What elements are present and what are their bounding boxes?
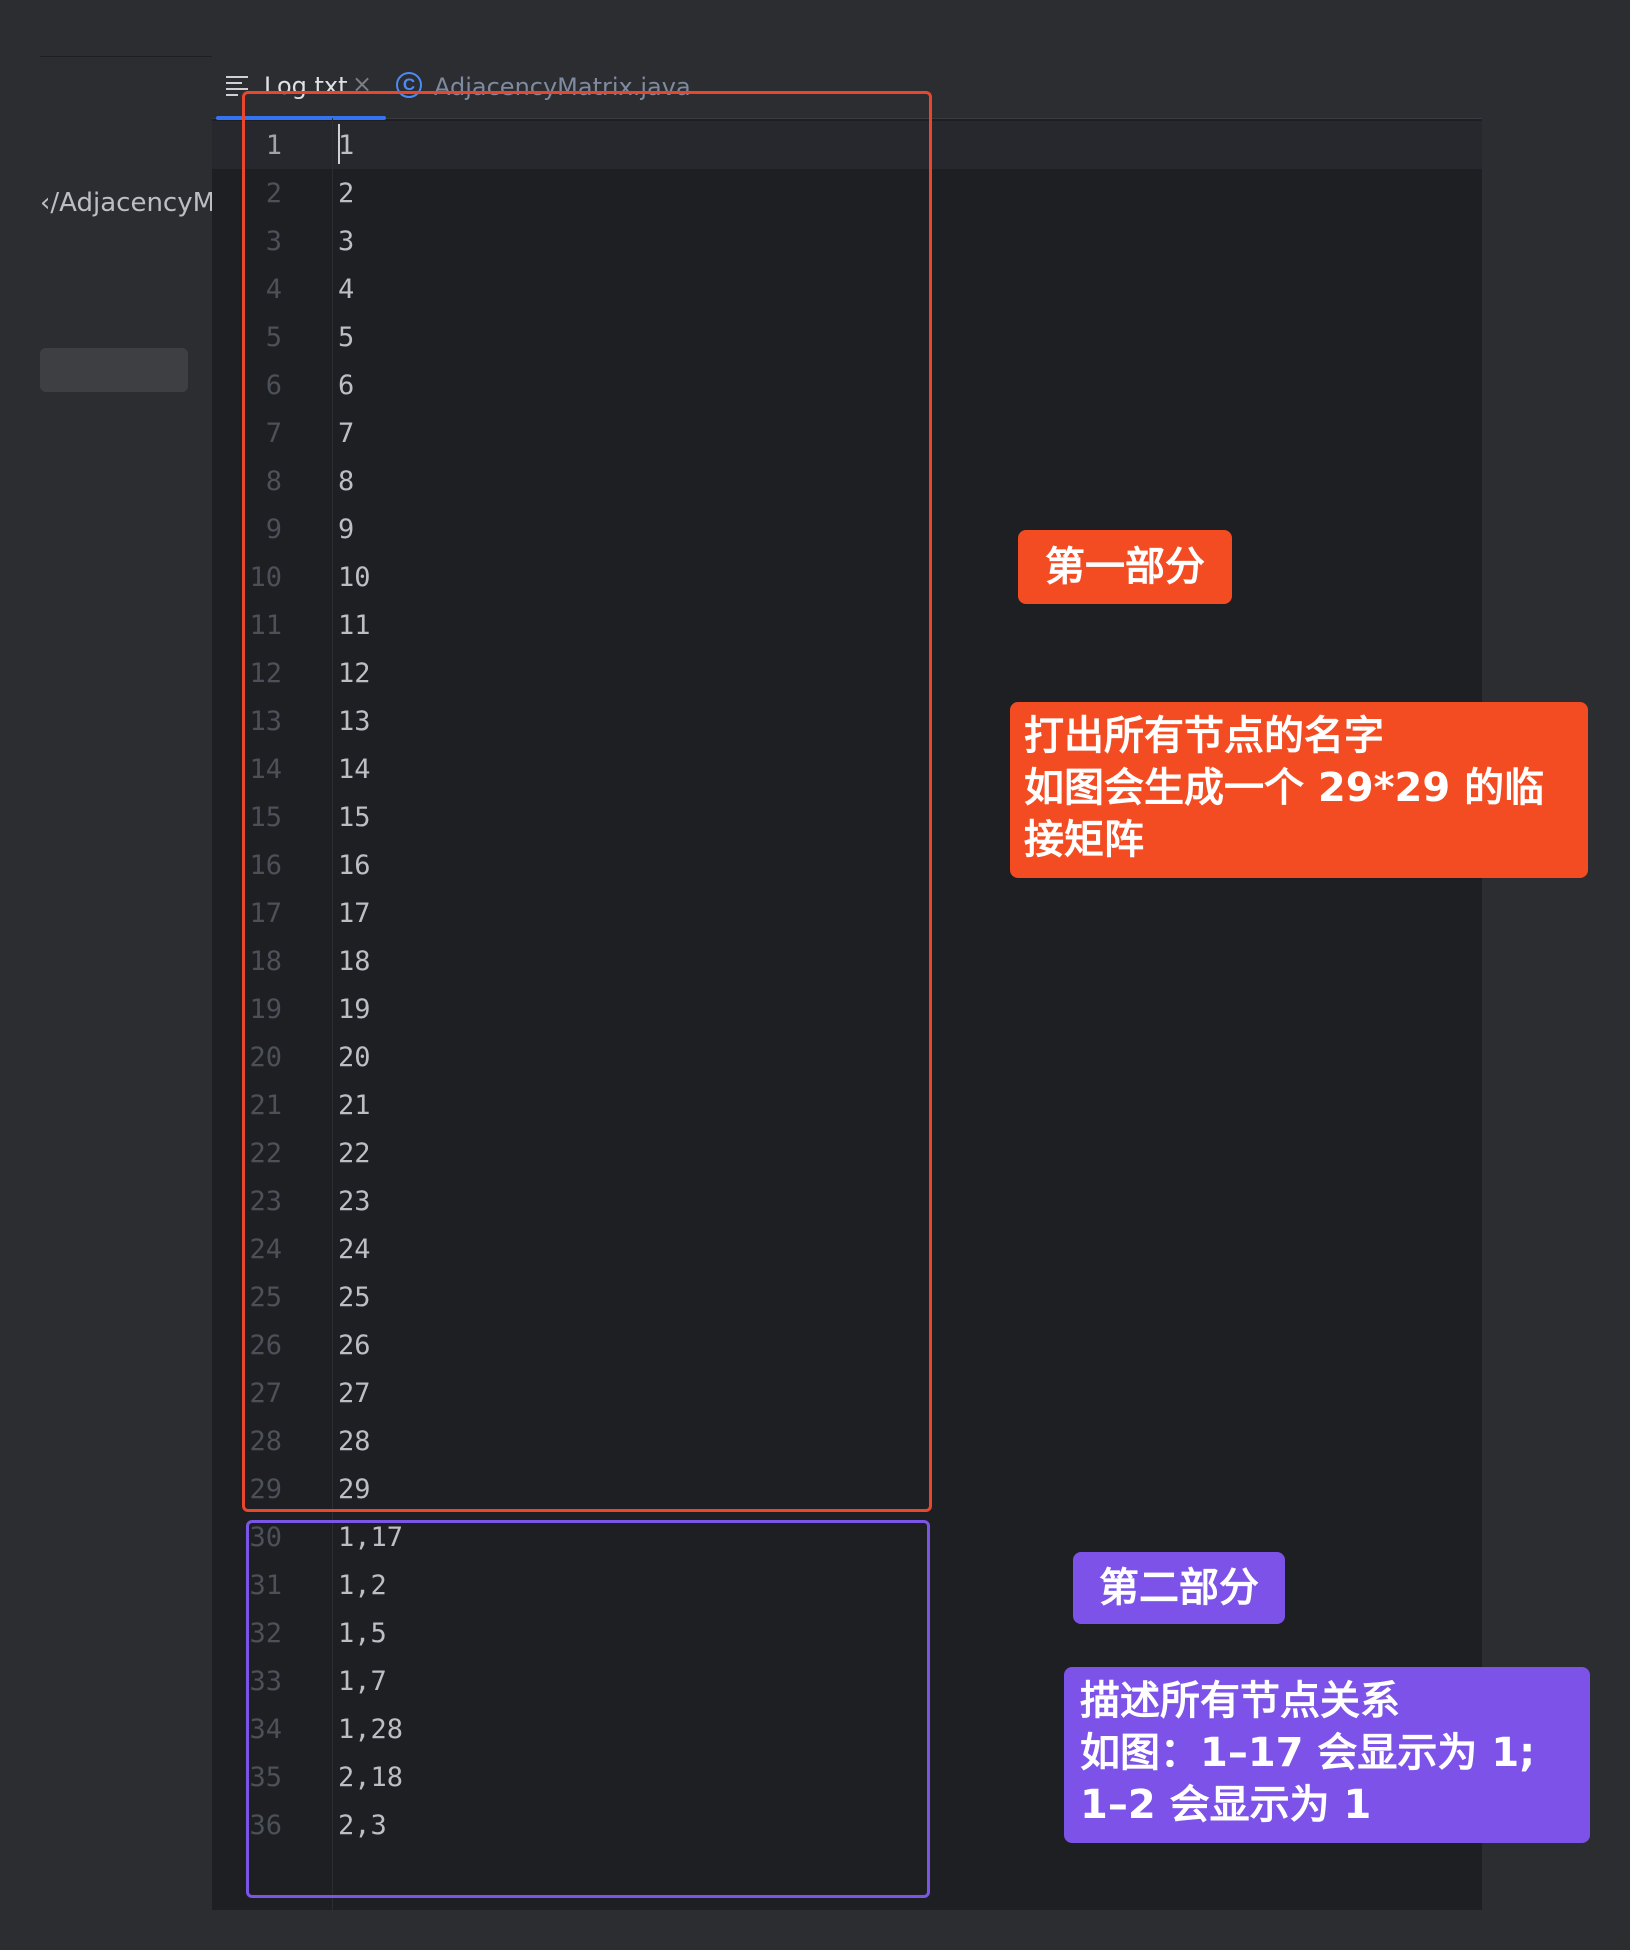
part1-desc-line: 打出所有节点的名字 <box>1024 713 1384 759</box>
part2-desc-line: 如图：1–17 会显示为 1; <box>1080 1730 1536 1776</box>
part1-desc-line: 如图会生成一个 29*29 的临 <box>1024 765 1545 811</box>
part2-desc-line: 1–2 会显示为 1 <box>1080 1782 1372 1828</box>
selected-tree-item[interactable] <box>40 348 188 392</box>
part1-desc-line: 接矩阵 <box>1024 817 1144 863</box>
breadcrumb-path[interactable]: ‹/AdjacencyMatrix <box>40 188 212 218</box>
panel-divider <box>40 56 212 57</box>
part2-desc-line: 描述所有节点关系 <box>1080 1678 1400 1724</box>
part1-description: 打出所有节点的名字 如图会生成一个 29*29 的临 接矩阵 <box>1010 702 1588 878</box>
project-panel: ‹/AdjacencyMatrix <box>0 56 212 1906</box>
part2-title-label: 第二部分 <box>1073 1552 1285 1624</box>
part2-highlight-box <box>246 1520 930 1898</box>
part1-highlight-box <box>242 91 932 1512</box>
part1-title-label: 第一部分 <box>1018 530 1232 604</box>
part2-description: 描述所有节点关系 如图：1–17 会显示为 1; 1–2 会显示为 1 <box>1064 1667 1590 1843</box>
